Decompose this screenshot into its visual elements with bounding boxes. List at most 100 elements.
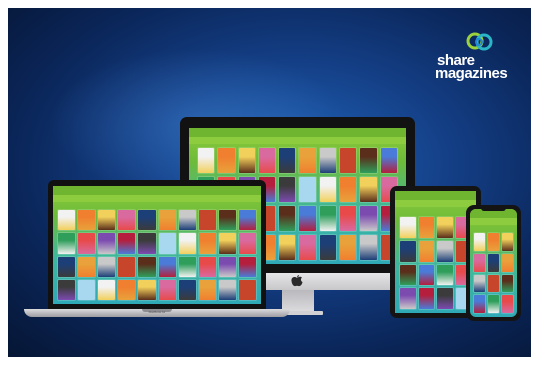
- phone-magazine-grid: [474, 233, 513, 313]
- magazine-cover-thumbnail[interactable]: [158, 210, 176, 231]
- tablet-app-header: [395, 191, 476, 200]
- magazine-cover-thumbnail[interactable]: [502, 233, 513, 251]
- magazine-cover-thumbnail[interactable]: [218, 256, 236, 277]
- magazine-cover-thumbnail[interactable]: [319, 177, 337, 202]
- magazine-cover-thumbnail[interactable]: [98, 233, 116, 254]
- magazine-cover-thumbnail[interactable]: [437, 288, 453, 309]
- magazine-cover-thumbnail[interactable]: [238, 233, 256, 254]
- magazine-cover-thumbnail[interactable]: [138, 256, 156, 277]
- magazine-cover-thumbnail[interactable]: [58, 210, 76, 231]
- magazine-cover-thumbnail[interactable]: [474, 274, 485, 293]
- magazine-cover-thumbnail[interactable]: [360, 235, 377, 260]
- phone-notch: [481, 207, 506, 211]
- magazine-cover-thumbnail[interactable]: [58, 256, 76, 277]
- magazine-cover-thumbnail[interactable]: [98, 210, 116, 231]
- magazine-cover-thumbnail[interactable]: [360, 148, 377, 173]
- magazine-cover-thumbnail[interactable]: [178, 233, 196, 254]
- magazine-cover-thumbnail[interactable]: [319, 235, 337, 260]
- laptop-app-header: [53, 186, 261, 195]
- magazine-cover-thumbnail[interactable]: [198, 148, 215, 173]
- magazine-cover-thumbnail[interactable]: [474, 295, 485, 313]
- magazine-cover-thumbnail[interactable]: [488, 295, 499, 313]
- magazine-cover-thumbnail[interactable]: [488, 253, 499, 272]
- magazine-cover-thumbnail[interactable]: [279, 148, 296, 173]
- tablet-screen: [395, 191, 476, 313]
- magazine-cover-thumbnail[interactable]: [319, 148, 337, 173]
- magazine-cover-thumbnail[interactable]: [218, 210, 236, 231]
- magazine-cover-thumbnail[interactable]: [360, 177, 377, 202]
- magazine-cover-thumbnail[interactable]: [400, 288, 416, 309]
- magazine-cover-thumbnail[interactable]: [138, 210, 156, 231]
- magazine-cover-thumbnail[interactable]: [299, 235, 316, 260]
- logo-wordmark: share magazines: [435, 53, 508, 82]
- laptop-screen: [53, 186, 261, 304]
- magazine-cover-thumbnail[interactable]: [98, 256, 116, 277]
- magazine-cover-thumbnail[interactable]: [400, 264, 416, 286]
- magazine-cover-thumbnail[interactable]: [118, 256, 136, 277]
- magazine-cover-thumbnail[interactable]: [340, 177, 357, 202]
- magazine-cover-thumbnail[interactable]: [198, 210, 216, 231]
- magazine-cover-thumbnail[interactable]: [238, 256, 256, 277]
- magazine-cover-thumbnail[interactable]: [319, 206, 337, 231]
- magazine-cover-thumbnail[interactable]: [418, 264, 434, 286]
- magazine-cover-thumbnail[interactable]: [238, 279, 256, 300]
- magazine-cover-thumbnail[interactable]: [360, 206, 377, 231]
- magazine-cover-thumbnail[interactable]: [58, 279, 76, 300]
- magazine-cover-thumbnail[interactable]: [418, 217, 434, 238]
- magazine-cover-thumbnail[interactable]: [437, 217, 453, 238]
- magazine-cover-thumbnail[interactable]: [158, 279, 176, 300]
- apple-logo-icon: [291, 275, 303, 287]
- magazine-cover-thumbnail[interactable]: [258, 148, 276, 173]
- magazine-cover-thumbnail[interactable]: [218, 233, 236, 254]
- magazine-cover-thumbnail[interactable]: [340, 206, 357, 231]
- magazine-cover-thumbnail[interactable]: [502, 274, 513, 293]
- magazine-cover-thumbnail[interactable]: [118, 210, 136, 231]
- magazine-cover-thumbnail[interactable]: [198, 256, 216, 277]
- magazine-cover-thumbnail[interactable]: [78, 279, 96, 300]
- magazine-cover-thumbnail[interactable]: [218, 148, 235, 173]
- magazine-cover-thumbnail[interactable]: [279, 177, 296, 202]
- magazine-cover-thumbnail[interactable]: [418, 240, 434, 262]
- magazine-cover-thumbnail[interactable]: [118, 233, 136, 254]
- magazine-cover-thumbnail[interactable]: [437, 240, 453, 262]
- magazine-cover-thumbnail[interactable]: [380, 148, 397, 173]
- magazine-cover-thumbnail[interactable]: [474, 233, 485, 251]
- magazine-cover-thumbnail[interactable]: [198, 279, 216, 300]
- laptop-model-label: MacBook Air: [148, 310, 166, 314]
- magazine-cover-thumbnail[interactable]: [78, 256, 96, 277]
- magazine-cover-thumbnail[interactable]: [279, 235, 296, 260]
- magazine-cover-thumbnail[interactable]: [178, 256, 196, 277]
- magazine-cover-thumbnail[interactable]: [158, 233, 176, 254]
- magazine-cover-thumbnail[interactable]: [138, 279, 156, 300]
- magazine-cover-thumbnail[interactable]: [78, 233, 96, 254]
- magazine-cover-thumbnail[interactable]: [299, 206, 316, 231]
- magazine-cover-thumbnail[interactable]: [98, 279, 116, 300]
- magazine-cover-thumbnail[interactable]: [178, 279, 196, 300]
- magazine-cover-thumbnail[interactable]: [488, 274, 499, 293]
- magazine-cover-thumbnail[interactable]: [198, 233, 216, 254]
- magazine-cover-thumbnail[interactable]: [502, 253, 513, 272]
- magazine-cover-thumbnail[interactable]: [118, 279, 136, 300]
- magazine-cover-thumbnail[interactable]: [138, 233, 156, 254]
- magazine-cover-thumbnail[interactable]: [474, 253, 485, 272]
- magazine-cover-thumbnail[interactable]: [502, 295, 513, 313]
- magazine-cover-thumbnail[interactable]: [158, 256, 176, 277]
- magazine-cover-thumbnail[interactable]: [400, 240, 416, 262]
- logo-line-magazines: magazines: [435, 65, 508, 82]
- magazine-cover-thumbnail[interactable]: [279, 206, 296, 231]
- magazine-cover-thumbnail[interactable]: [58, 233, 76, 254]
- magazine-cover-thumbnail[interactable]: [238, 210, 256, 231]
- magazine-cover-thumbnail[interactable]: [340, 148, 357, 173]
- magazine-cover-thumbnail[interactable]: [299, 177, 316, 202]
- magazine-cover-thumbnail[interactable]: [418, 288, 434, 309]
- magazine-cover-thumbnail[interactable]: [238, 148, 255, 173]
- magazine-cover-thumbnail[interactable]: [78, 210, 96, 231]
- magazine-cover-thumbnail[interactable]: [218, 279, 236, 300]
- magazine-cover-thumbnail[interactable]: [340, 235, 357, 260]
- magazine-cover-thumbnail[interactable]: [400, 217, 416, 238]
- magazine-cover-thumbnail[interactable]: [178, 210, 196, 231]
- magazine-cover-thumbnail[interactable]: [437, 264, 453, 286]
- magazine-cover-thumbnail[interactable]: [488, 233, 499, 251]
- magazine-cover-thumbnail[interactable]: [299, 148, 316, 173]
- laptop-magazine-grid: [58, 210, 256, 300]
